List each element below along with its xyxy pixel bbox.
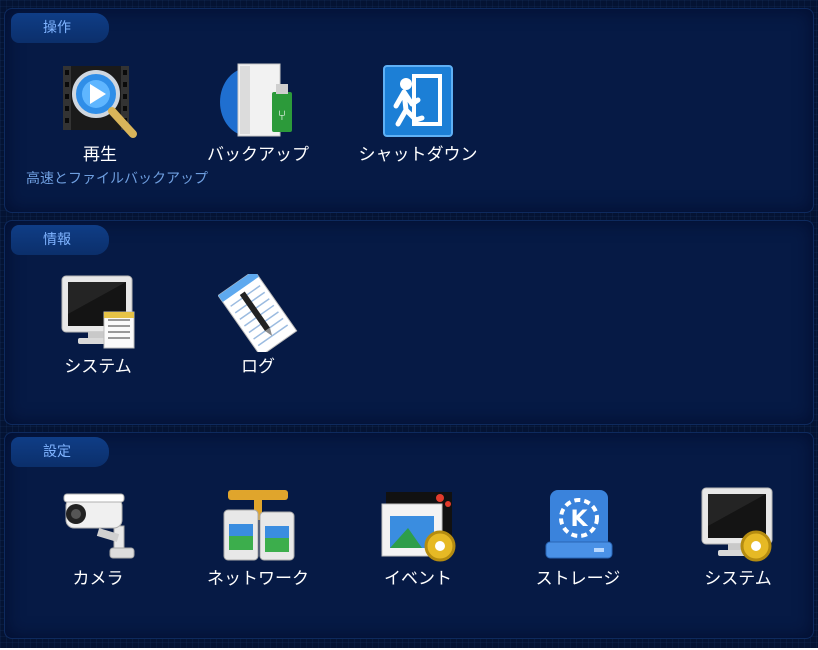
system-settings-label: システム [704, 569, 772, 589]
shutdown-label: シャットダウン [358, 145, 478, 165]
shutdown-icon [378, 62, 458, 140]
svg-text:⑂: ⑂ [278, 108, 286, 124]
log-icon [217, 269, 298, 357]
event-icon [378, 486, 458, 564]
event-settings-label: イベント [384, 569, 452, 589]
shutdown-button[interactable]: シャットダウン [353, 62, 483, 165]
camera-icon [58, 486, 138, 564]
backup-label: バックアップ [207, 145, 309, 165]
network-settings-label: ネットワーク [207, 569, 309, 589]
camera-settings-button[interactable]: カメラ [33, 486, 163, 589]
system-info-button[interactable]: システム [33, 274, 163, 377]
log-button[interactable]: ログ [193, 269, 323, 377]
playback-icon [60, 62, 140, 140]
camera-settings-label: カメラ [72, 569, 124, 589]
system-info-label: システム [64, 357, 132, 377]
playback-label: 再生 [83, 145, 117, 165]
event-settings-button[interactable]: イベント [353, 486, 483, 589]
info-section-title: 情報 [11, 225, 109, 255]
system-settings-icon [698, 486, 778, 564]
network-settings-button[interactable]: ネットワーク [193, 486, 323, 589]
backup-icon: ⑂ [218, 62, 298, 140]
system-info-icon [58, 274, 138, 352]
log-label: ログ [241, 357, 275, 377]
storage-settings-button[interactable]: K ストレージ [513, 486, 643, 589]
backup-button[interactable]: ⑂ バックアップ [193, 62, 323, 165]
storage-settings-label: ストレージ [535, 569, 621, 589]
svg-text:K: K [570, 507, 588, 532]
operation-section-title: 操作 [11, 13, 109, 43]
storage-icon: K [538, 486, 618, 564]
backup-hint-text: 高速とファイルバックアップ [26, 171, 208, 187]
playback-button[interactable]: 再生 [35, 62, 165, 165]
settings-section-title: 設定 [11, 437, 109, 467]
network-icon [218, 486, 298, 564]
system-settings-button[interactable]: システム [673, 486, 803, 589]
